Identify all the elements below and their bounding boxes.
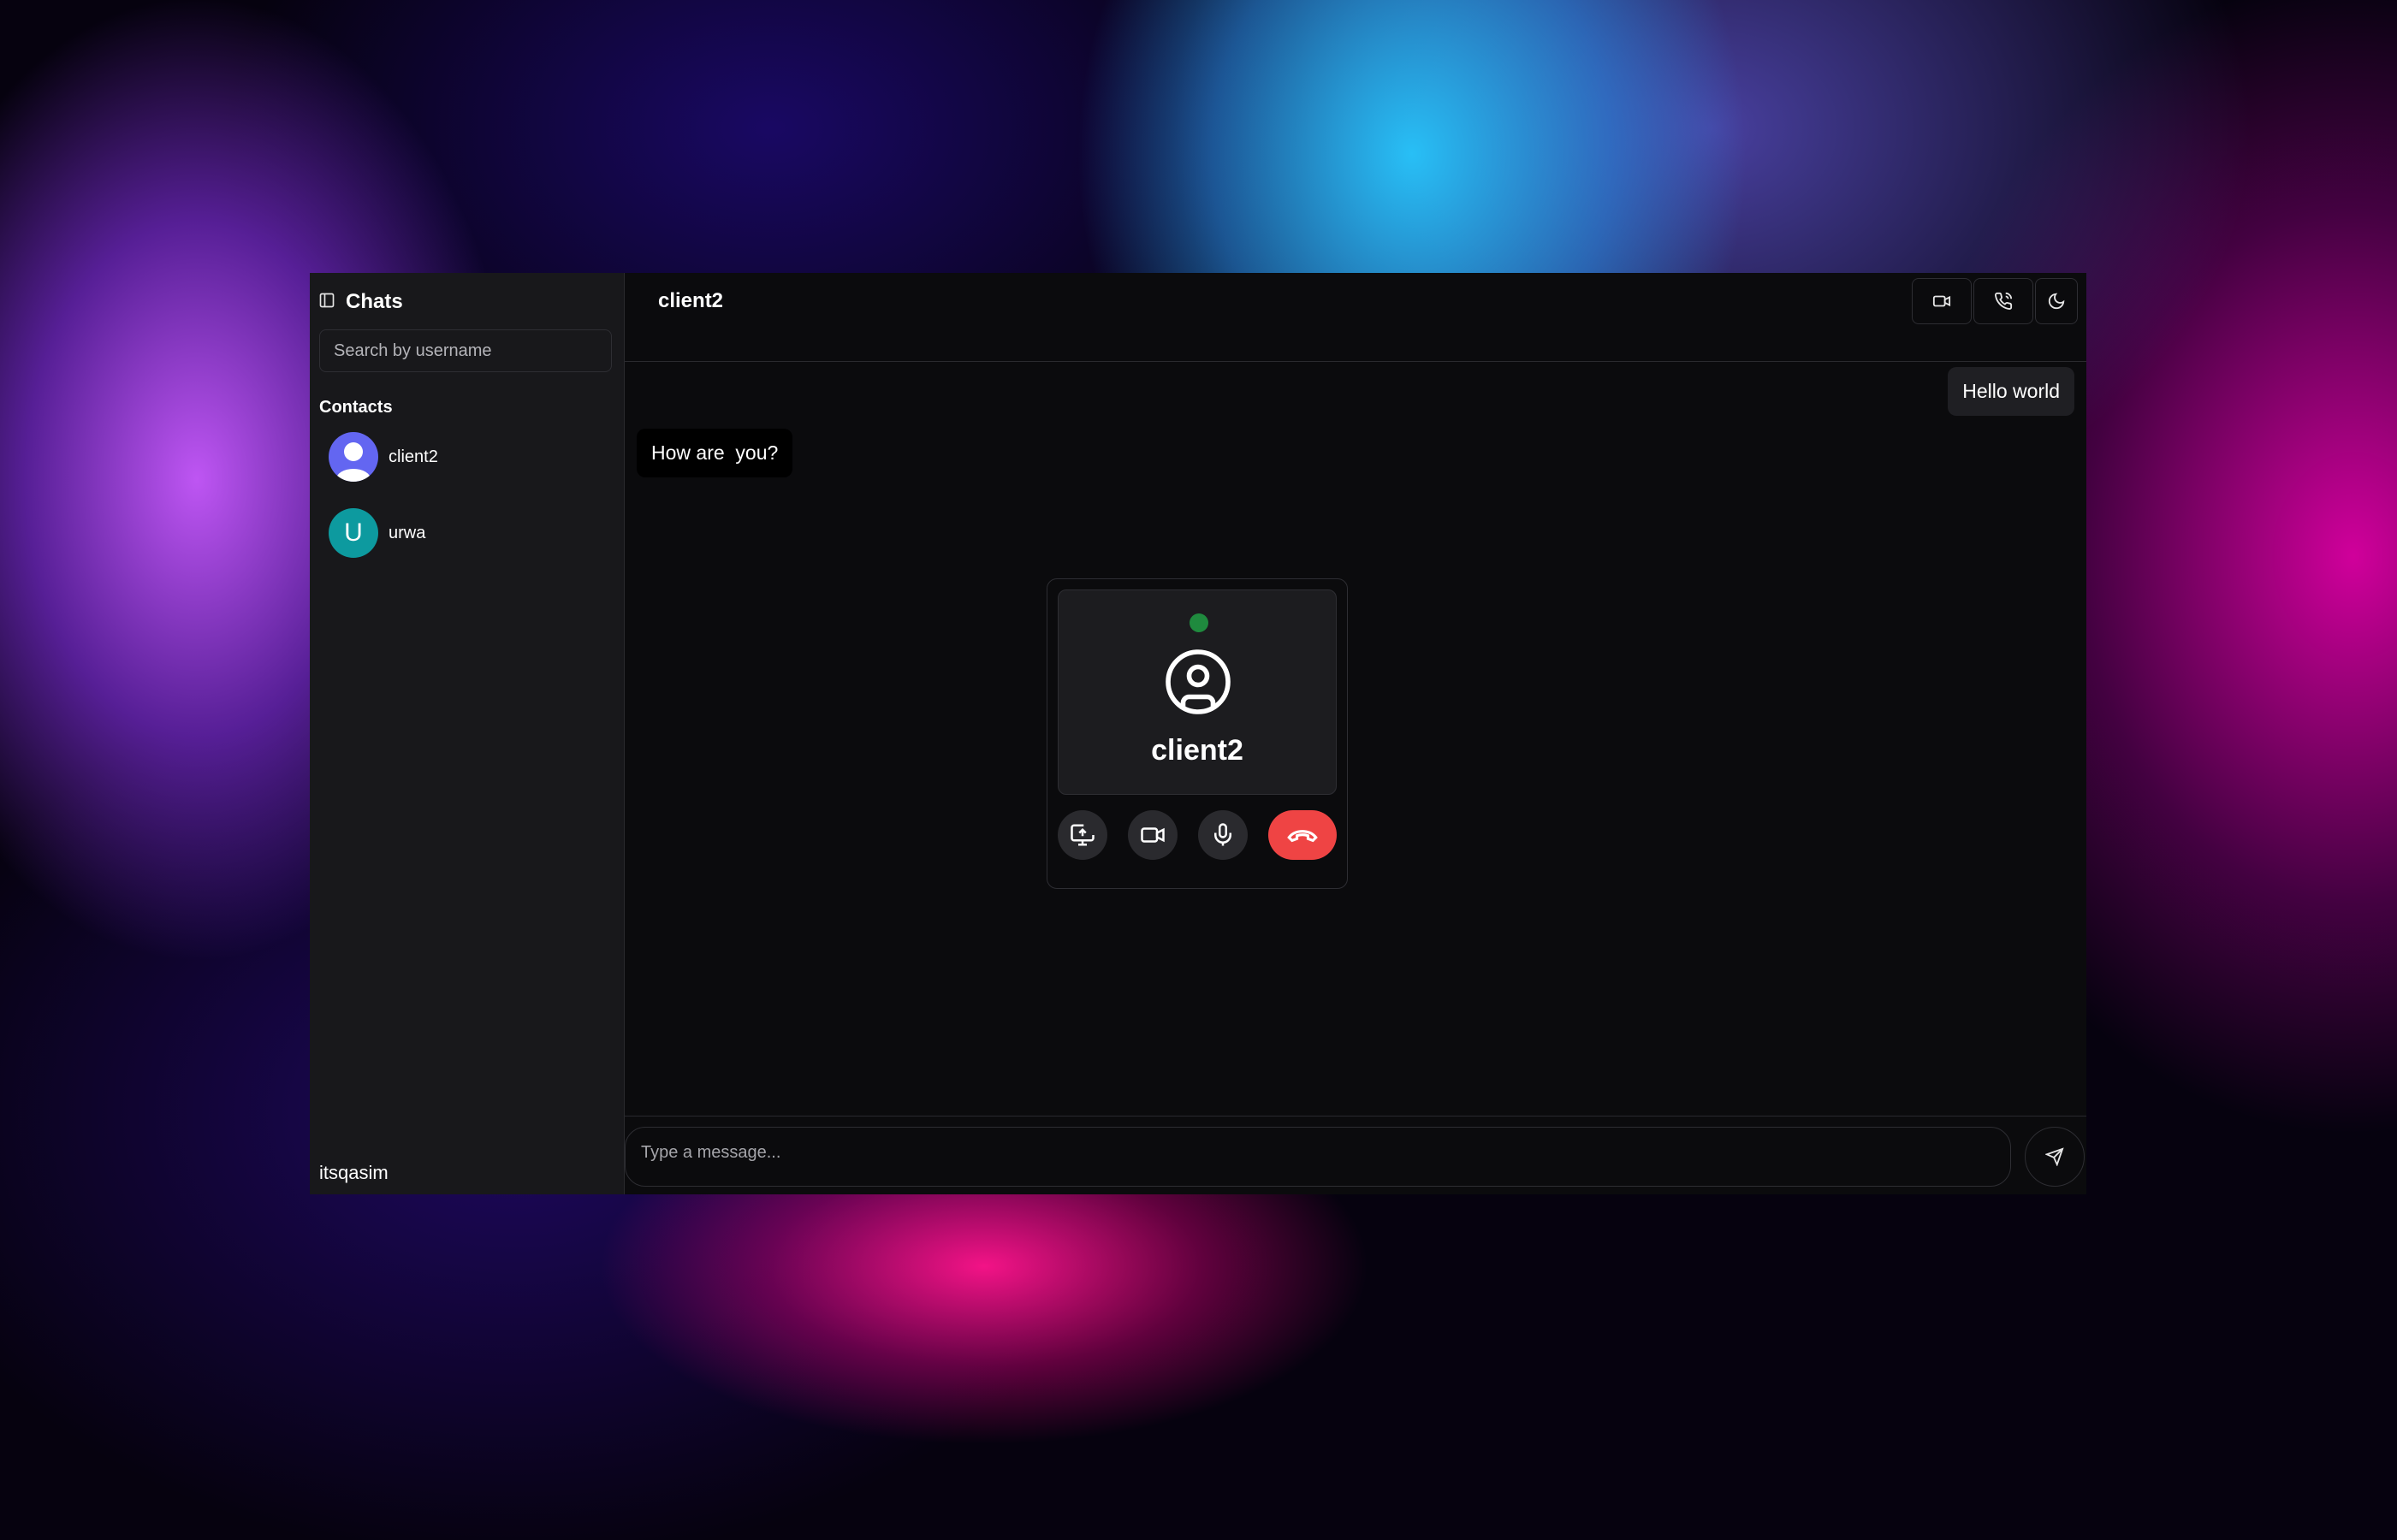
chat-title: client2 — [658, 289, 724, 312]
share-screen-button[interactable] — [1058, 810, 1107, 860]
call-controls — [1058, 810, 1337, 860]
chat-app-window: Chats Contacts client2 U urwa itsqasim c… — [310, 273, 2086, 1194]
sidebar-title: Chats — [346, 290, 403, 313]
send-icon — [2045, 1147, 2064, 1166]
end-call-button[interactable] — [1268, 810, 1337, 860]
default-user-icon — [336, 442, 371, 482]
chat-panel: client2 Hello world How are you? client2 — [625, 273, 2086, 1194]
phone-call-icon — [1995, 292, 2013, 310]
microphone-button[interactable] — [1198, 810, 1248, 860]
video-toggle-button[interactable] — [1128, 810, 1178, 860]
message-bubble-received: How are you? — [637, 429, 793, 477]
call-window[interactable]: client2 — [1047, 578, 1348, 889]
call-preview: client2 — [1058, 589, 1337, 795]
call-participant-name: client2 — [1151, 734, 1243, 767]
search-input[interactable] — [319, 329, 612, 372]
share-screen-icon — [1071, 824, 1095, 846]
video-call-button[interactable] — [1912, 278, 1972, 324]
contacts-heading: Contacts — [319, 398, 393, 417]
contact-name: client2 — [389, 447, 438, 466]
send-button[interactable] — [2025, 1127, 2085, 1187]
moon-icon — [2048, 293, 2065, 310]
sidebar-header: Chats — [318, 290, 403, 314]
header-divider — [625, 361, 2086, 362]
contact-item-client2[interactable]: client2 — [329, 431, 611, 483]
header-actions — [1910, 278, 2078, 324]
user-circle-icon — [1166, 649, 1231, 714]
sidebar: Chats Contacts client2 U urwa itsqasim — [310, 273, 625, 1194]
contact-name: urwa — [389, 523, 426, 542]
theme-toggle-button[interactable] — [2035, 278, 2078, 324]
sidebar-toggle-icon[interactable] — [318, 292, 335, 313]
avatar-initial: U — [344, 518, 363, 547]
current-username: itsqasim — [319, 1162, 389, 1183]
phone-call-button[interactable] — [1973, 278, 2033, 324]
video-call-icon — [1932, 295, 1951, 307]
avatar — [329, 432, 378, 482]
end-call-icon — [1287, 830, 1318, 843]
avatar: U — [329, 508, 378, 558]
message-input[interactable] — [625, 1127, 2011, 1187]
online-status-dot — [1190, 613, 1208, 632]
contact-item-urwa[interactable]: U urwa — [329, 507, 611, 559]
microphone-icon — [1214, 823, 1231, 846]
video-icon — [1141, 827, 1165, 843]
message-bubble-sent: Hello world — [1948, 367, 2074, 416]
